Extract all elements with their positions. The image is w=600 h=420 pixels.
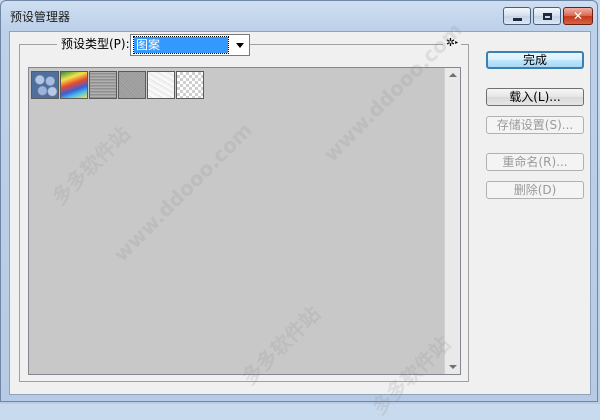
gear-icon[interactable]: ✲▸ xyxy=(443,35,461,51)
minimize-button[interactable] xyxy=(503,7,531,25)
done-button[interactable]: 完成 xyxy=(486,51,584,69)
save-settings-button[interactable]: 存储设置(S)... xyxy=(486,116,584,134)
title-bar[interactable]: 预设管理器 ✕ xyxy=(1,1,597,31)
preset-groupbox: 预设类型(P): 图案 ✲▸ xyxy=(19,34,469,382)
preset-thumbnail-grid[interactable] xyxy=(28,67,461,375)
thumbnail-gray-texture-1[interactable] xyxy=(89,71,117,99)
maximize-icon xyxy=(542,12,552,20)
thumbnail-blue-bubbles[interactable] xyxy=(31,71,59,99)
preset-type-value: 图案 xyxy=(133,36,229,54)
thumbnail-gray-texture-2[interactable] xyxy=(118,71,146,99)
delete-button[interactable]: 删除(D) xyxy=(486,181,584,199)
scroll-down-icon[interactable] xyxy=(449,365,457,369)
preset-type-select[interactable]: 图案 xyxy=(130,34,250,56)
vertical-scrollbar[interactable] xyxy=(444,68,460,374)
thumbnail-white-texture[interactable] xyxy=(147,71,175,99)
load-button[interactable]: 载入(L)... xyxy=(486,88,584,106)
preset-type-label: 预设类型(P): xyxy=(57,36,134,52)
preset-manager-window: 预设管理器 ✕ 预设类型(P): 图案 ✲▸ 完成 载入(L)... 存储设置(… xyxy=(0,0,598,402)
scroll-up-icon[interactable] xyxy=(449,73,457,77)
maximize-button[interactable] xyxy=(533,7,561,25)
dialog-body: 预设类型(P): 图案 ✲▸ 完成 载入(L)... 存储设置(S)... 重命… xyxy=(9,31,591,395)
close-icon: ✕ xyxy=(572,9,584,23)
minimize-icon xyxy=(512,17,522,21)
thumbnail-row xyxy=(31,71,204,99)
window-title: 预设管理器 xyxy=(10,10,71,24)
thumbnail-rainbow[interactable] xyxy=(60,71,88,99)
thumbnail-transparent-checker[interactable] xyxy=(176,71,204,99)
chevron-down-icon[interactable] xyxy=(236,43,244,48)
gear-glyph: ✲ xyxy=(445,36,456,49)
rename-button[interactable]: 重命名(R)... xyxy=(486,153,584,171)
close-button[interactable]: ✕ xyxy=(563,7,593,25)
